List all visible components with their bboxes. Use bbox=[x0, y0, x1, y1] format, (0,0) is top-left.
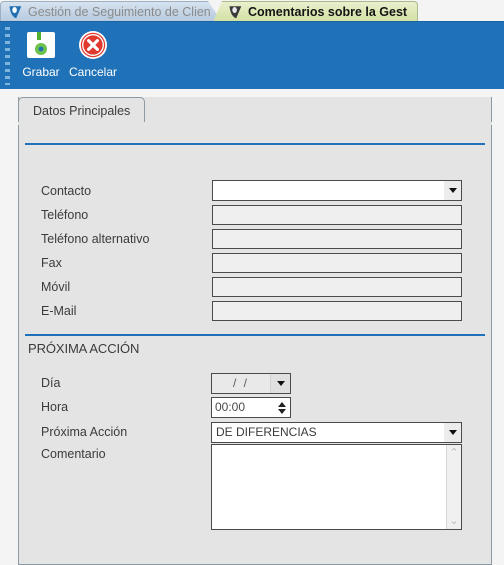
proxima-accion-combobox[interactable]: DE DIFERENCIAS bbox=[211, 422, 462, 443]
chevron-down-icon[interactable] bbox=[444, 181, 461, 200]
cancel-button-label: Cancelar bbox=[68, 65, 118, 79]
telefono-alternativo-input[interactable] bbox=[212, 229, 462, 249]
tab-label: Gestión de Seguimiento de Cliente.. bbox=[28, 5, 211, 19]
section-divider-next-action bbox=[25, 334, 485, 336]
next-action-section-title: PRÓXIMA ACCIÓN bbox=[28, 341, 140, 356]
panel-tab-strip bbox=[18, 122, 492, 125]
label-hora: Hora bbox=[41, 400, 69, 414]
spinner-down-icon[interactable] bbox=[277, 408, 286, 414]
contacto-combobox[interactable] bbox=[212, 180, 462, 201]
save-button[interactable]: Grabar bbox=[14, 26, 68, 86]
panel-tab-label: Datos Principales bbox=[33, 104, 131, 118]
cancel-circle-icon bbox=[76, 28, 110, 62]
label-comentario: Comentario bbox=[41, 447, 106, 461]
spinner-arrows-icon[interactable] bbox=[273, 398, 290, 417]
cancel-button[interactable]: Cancelar bbox=[66, 26, 120, 86]
label-fax: Fax bbox=[41, 256, 62, 270]
hora-value: 00:00 bbox=[215, 400, 246, 414]
section-divider-top bbox=[25, 143, 485, 145]
chevron-down-icon[interactable] bbox=[444, 423, 461, 442]
app-shield-icon bbox=[228, 5, 243, 20]
label-movil: Móvil bbox=[41, 280, 71, 294]
tab-label: Comentarios sobre la Gestión bbox=[248, 5, 407, 19]
label-dia: Día bbox=[41, 376, 61, 390]
scroll-down-icon[interactable]: ⌄ bbox=[449, 515, 458, 526]
hora-timespinner[interactable]: 00:00 bbox=[211, 397, 291, 418]
app-shield-icon bbox=[8, 5, 23, 20]
dia-datepicker[interactable]: / / bbox=[211, 373, 291, 394]
label-contacto: Contacto bbox=[41, 184, 92, 198]
comentario-textarea[interactable]: ⌃ ⌄ bbox=[211, 444, 462, 530]
floppy-disk-icon bbox=[24, 28, 58, 62]
label-proxima-accion: Próxima Acción bbox=[41, 425, 128, 439]
label-email: E-Mail bbox=[41, 304, 77, 318]
tab-datos-principales[interactable]: Datos Principales bbox=[18, 97, 146, 124]
label-telefono: Teléfono bbox=[41, 208, 89, 222]
telefono-input[interactable] bbox=[212, 205, 462, 225]
comentario-value[interactable] bbox=[212, 445, 446, 529]
dia-value: / / bbox=[232, 376, 249, 390]
window-tab-bar: Gestión de Seguimiento de Cliente.. Come… bbox=[0, 0, 504, 22]
toolbar-drag-grip[interactable] bbox=[5, 27, 10, 85]
main-toolbar: Grabar Cancelar bbox=[0, 21, 504, 89]
tab-gestion-seguimiento[interactable]: Gestión de Seguimiento de Cliente.. bbox=[0, 1, 222, 22]
movil-input[interactable] bbox=[212, 277, 462, 297]
email-input[interactable] bbox=[212, 301, 462, 321]
spinner-up-icon[interactable] bbox=[277, 401, 286, 407]
comentario-scrollbar[interactable]: ⌃ ⌄ bbox=[446, 445, 461, 529]
tab-comentarios-gestion[interactable]: Comentarios sobre la Gestión bbox=[213, 1, 418, 22]
proxima-accion-value: DE DIFERENCIAS bbox=[216, 425, 317, 439]
chevron-down-icon[interactable] bbox=[270, 374, 290, 393]
scroll-up-icon[interactable]: ⌃ bbox=[449, 447, 458, 458]
save-button-label: Grabar bbox=[22, 65, 60, 79]
label-telefono-alternativo: Teléfono alternativo bbox=[41, 232, 150, 246]
fax-input[interactable] bbox=[212, 253, 462, 273]
